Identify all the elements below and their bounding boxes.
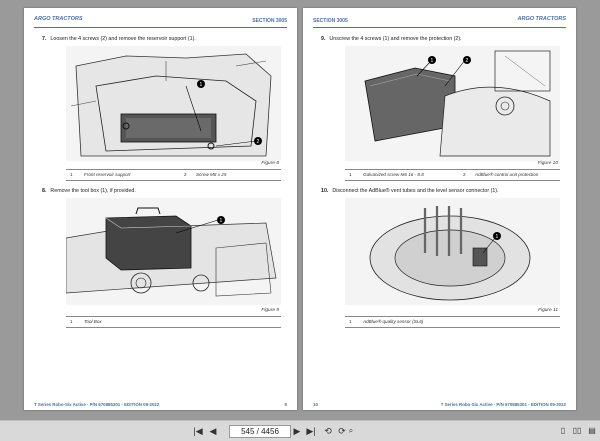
first-page-icon[interactable]: |◀ bbox=[192, 425, 204, 437]
right-page: SECTION 3005 ARGO TRACTORS 9. Unscrew the… bbox=[303, 8, 576, 410]
next-page-icon[interactable]: ▶ bbox=[292, 425, 302, 437]
fig11-caption-1-num: 1 bbox=[349, 319, 352, 324]
svg-text:1: 1 bbox=[200, 82, 203, 88]
footer-text: T Series Robo-Six Active - P/N 670885301… bbox=[34, 402, 160, 407]
caption-rule bbox=[345, 180, 560, 181]
fig9-caption-1: Tool Box bbox=[84, 319, 102, 324]
caption-rule bbox=[66, 316, 281, 317]
fig10-caption-2: AdBlue® control unit protection bbox=[475, 172, 539, 177]
svg-text:1: 1 bbox=[220, 218, 223, 224]
header-rule bbox=[34, 27, 287, 28]
section-label: SECTION 3005 bbox=[252, 18, 287, 24]
argo-logo: ARGO TRACTORS bbox=[34, 16, 83, 22]
step-8: 8. Remove the tool box (1), if provided. bbox=[42, 188, 136, 194]
two-page-view-icon[interactable]: ▯▯ bbox=[572, 425, 582, 437]
caption-rule bbox=[345, 327, 560, 328]
figure-10-label: Figure 10 bbox=[537, 161, 558, 166]
step-7: 7. Loosen the 4 screws (2) and remove the… bbox=[42, 36, 196, 42]
caption-rule bbox=[66, 327, 281, 328]
footer-text: T Series Robo-Six Active - P/N 670885301… bbox=[440, 402, 566, 407]
last-page-icon[interactable]: ▶| bbox=[305, 425, 317, 437]
figure-8-image: 1 2 bbox=[66, 46, 281, 161]
step-9: 9. Unscrew the 4 screws (1) and remove th… bbox=[321, 36, 462, 42]
page-header: ARGO TRACTORS SECTION 3005 bbox=[34, 15, 287, 28]
figure-11-image: 1 bbox=[345, 198, 560, 305]
figure-9-label: Figure 9 bbox=[261, 308, 279, 313]
figure-8-label: Figure 8 bbox=[261, 161, 279, 166]
svg-text:2: 2 bbox=[257, 139, 260, 145]
fig11-caption-1: AdBlue® quality sensor (SL6) bbox=[363, 319, 424, 324]
svg-text:2: 2 bbox=[466, 58, 469, 64]
section-label: SECTION 3005 bbox=[313, 18, 348, 24]
svg-text:1: 1 bbox=[431, 58, 434, 64]
step-10: 10. Disconnect the AdBlue® vent tubes and… bbox=[321, 188, 499, 194]
fig10-caption-1-num: 1 bbox=[349, 172, 352, 177]
viewer-toolbar: |◀ ◀ 545 / 4456 ▶ ▶| ⟲ ⟳ ⌕ ▯ ▯▯ ▤ bbox=[0, 420, 600, 441]
argo-logo: ARGO TRACTORS bbox=[517, 16, 566, 22]
page-number: 9 bbox=[284, 402, 287, 407]
fig8-caption-2-num: 2 bbox=[184, 172, 187, 177]
page-number: 10 bbox=[313, 402, 318, 407]
fig8-caption-1-num: 1 bbox=[70, 172, 73, 177]
fig9-caption-1-num: 1 bbox=[70, 319, 73, 324]
fig10-caption-2-num: 2 bbox=[463, 172, 466, 177]
page-header: SECTION 3005 ARGO TRACTORS bbox=[313, 15, 566, 28]
zoom-icon[interactable]: ⌕ bbox=[345, 425, 357, 437]
left-page: ARGO TRACTORS SECTION 3005 7. Loosen the … bbox=[24, 8, 297, 410]
continuous-view-icon[interactable]: ▤ bbox=[587, 425, 597, 437]
figure-9-image: 1 bbox=[66, 198, 281, 305]
previous-page-icon[interactable]: ◀ bbox=[208, 425, 218, 437]
single-page-view-icon[interactable]: ▯ bbox=[558, 425, 568, 437]
fig10-caption-1: Galvanized screw M6 16 - 8.8 bbox=[363, 172, 424, 177]
caption-rule bbox=[66, 169, 281, 170]
caption-rule bbox=[345, 316, 560, 317]
svg-text:1: 1 bbox=[496, 234, 499, 240]
caption-rule bbox=[345, 169, 560, 170]
page-number-input[interactable]: 545 / 4456 bbox=[229, 425, 291, 438]
figure-11-label: Figure 11 bbox=[538, 308, 558, 313]
back-icon[interactable]: ⟲ bbox=[322, 425, 334, 437]
fig8-caption-2: Screw M8 x 25 bbox=[196, 172, 227, 177]
caption-rule bbox=[66, 180, 281, 181]
header-rule bbox=[313, 27, 566, 28]
figure-10-image: 1 2 bbox=[345, 46, 560, 161]
fig8-caption-1: Front reservoir support bbox=[84, 172, 131, 177]
